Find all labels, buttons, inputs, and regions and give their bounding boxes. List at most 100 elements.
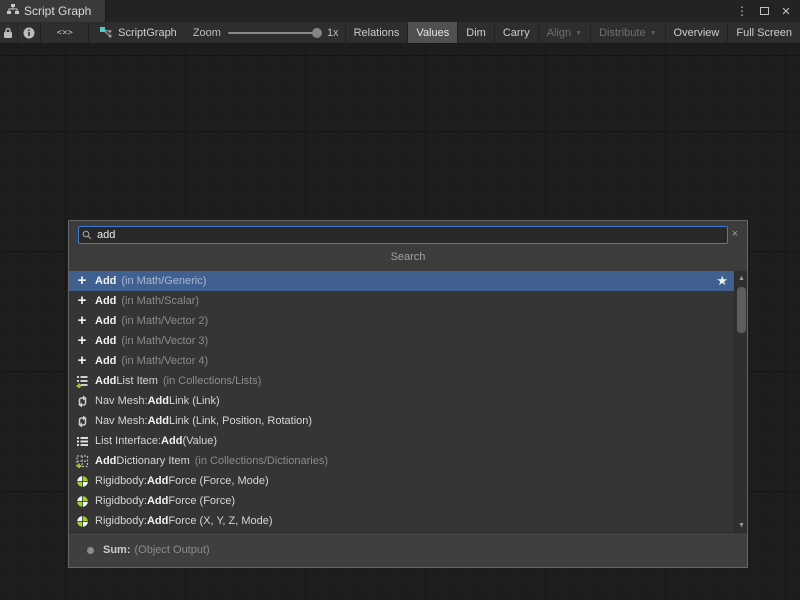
rigidbody-icon: [74, 513, 90, 529]
tab-title: Script Graph: [24, 4, 91, 18]
toolbar-button-distribute[interactable]: Distribute▼: [590, 22, 664, 43]
finder-result-row[interactable]: Rigidbody: Add Force (Force): [69, 491, 734, 511]
finder-result-row[interactable]: List Interface: Add (Value): [69, 431, 734, 451]
maximize-button[interactable]: [756, 3, 772, 19]
script-graph-icon: [99, 26, 113, 39]
dictionary-add-icon: [74, 453, 90, 469]
finder-result-row[interactable]: + Add (in Math/Generic) ★: [69, 271, 734, 291]
toolbar-button-align[interactable]: Align▼: [538, 22, 590, 43]
result-text-post: Force (Force, Mode): [168, 475, 268, 487]
result-text-post: Link (Link): [169, 395, 220, 407]
finder-result-row[interactable]: Add Dictionary Item(in Collections/Dicti…: [69, 451, 734, 471]
finder-result-row[interactable]: + Add (in Math/Vector 2): [69, 311, 734, 331]
tab-script-graph[interactable]: Script Graph: [0, 0, 106, 22]
plus-icon: +: [74, 293, 90, 309]
result-text-post: Force (X, Y, Z, Mode): [168, 515, 272, 527]
result-text-bold: Add: [95, 295, 116, 307]
results-scrollbar[interactable]: ▲ ▼: [734, 271, 747, 532]
result-text-pre: List Interface:: [95, 435, 161, 447]
finder-result-row[interactable]: Nav Mesh: Add Link (Link): [69, 391, 734, 411]
window-menu-button[interactable]: ⋮: [734, 3, 750, 19]
finder-result-row[interactable]: Rigidbody: Add Force (Force, Mode): [69, 471, 734, 491]
scroll-up-arrow-icon[interactable]: ▲: [735, 272, 747, 284]
toolbar-button-relations[interactable]: Relations: [345, 22, 408, 43]
finder-result-row[interactable]: Add List Item(in Collections/Lists): [69, 371, 734, 391]
search-input[interactable]: [78, 226, 728, 244]
result-text-post: List Item: [116, 375, 158, 387]
summary-text: Sum:(Object Output): [103, 544, 210, 556]
result-text-bold: Add: [95, 315, 116, 327]
result-text-bold: Add: [95, 355, 116, 367]
result-text-bold: Add: [161, 435, 182, 447]
finder-result-row[interactable]: + Add (in Math/Scalar): [69, 291, 734, 311]
zoom-slider-handle[interactable]: [312, 28, 322, 38]
result-text-pre: Rigidbody:: [95, 495, 147, 507]
result-text-bold: Add: [147, 515, 168, 527]
result-text-bold: Add: [147, 495, 168, 507]
lock-button[interactable]: [0, 22, 18, 43]
result-text-post: Dictionary Item: [116, 455, 189, 467]
result-text-dim: (in Math/Vector 2): [121, 315, 208, 327]
zoom-slider[interactable]: [228, 32, 320, 34]
close-window-button[interactable]: ×: [778, 3, 794, 19]
result-text-post: Force (Force): [168, 495, 235, 507]
unity-script-graph-window: Script Graph ⋮ × <×>: [0, 0, 800, 600]
graph-breadcrumb[interactable]: ScriptGraph: [89, 22, 187, 43]
plus-icon: +: [74, 333, 90, 349]
code-view-button[interactable]: <×>: [41, 22, 89, 43]
result-text-pre: Nav Mesh:: [95, 395, 148, 407]
graph-hierarchy-icon: [7, 4, 19, 18]
result-text-pre: Rigidbody:: [95, 475, 147, 487]
summary-title: Sum:: [103, 544, 131, 556]
result-text-dim: (in Math/Vector 4): [121, 355, 208, 367]
result-text-dim: (in Math/Vector 3): [121, 335, 208, 347]
finder-header-label: Search: [69, 251, 747, 263]
graph-toolbar: <×> ScriptGraph Zoom 1x RelationsValuesD…: [0, 22, 800, 44]
result-text-pre: Nav Mesh:: [95, 415, 148, 427]
toolbar-button-values[interactable]: Values: [407, 22, 457, 43]
rigidbody-icon: [74, 473, 90, 489]
zoom-value: 1x: [327, 27, 339, 39]
zoom-label: Zoom: [193, 27, 221, 39]
toolbar-button-carry[interactable]: Carry: [494, 22, 538, 43]
titlebar: Script Graph ⋮ ×: [0, 0, 800, 22]
list-add-icon: [74, 373, 90, 389]
favorite-star-icon[interactable]: ★: [716, 273, 728, 289]
result-text-bold: Add: [95, 275, 116, 287]
plus-icon: +: [74, 273, 90, 289]
lock-icon: [3, 27, 13, 39]
scroll-down-arrow-icon[interactable]: ▼: [735, 519, 747, 531]
toolbar-button-overview[interactable]: Overview: [665, 22, 728, 43]
finder-result-row[interactable]: Nav Mesh: Add Link (Link, Position, Rota…: [69, 411, 734, 431]
info-button[interactable]: [18, 22, 42, 43]
navmesh-icon: [74, 413, 90, 429]
finder-result-row[interactable]: + Add(in Math/Vector 4): [69, 351, 734, 371]
result-text-dim: (in Math/Generic): [121, 275, 206, 287]
titlebar-drag-area[interactable]: [106, 0, 734, 22]
plus-icon: +: [74, 313, 90, 329]
navmesh-icon: [74, 393, 90, 409]
finder-result-row[interactable]: Rigidbody: Add Force (X, Y, Z, Mode): [69, 511, 734, 531]
finder-results-list: + Add (in Math/Generic) ★ + Add (in Math/S…: [69, 271, 747, 532]
result-text-post: (Value): [182, 435, 217, 447]
toolbar-toggle-buttons: RelationsValuesDimCarryAlign▼Distribute▼…: [345, 22, 800, 43]
result-text-bold: Add: [95, 335, 116, 347]
output-port-icon: [87, 547, 94, 554]
result-text-bold: Add: [95, 455, 116, 467]
finder-selection-summary: Sum:(Object Output): [69, 532, 747, 567]
result-text-bold: Add: [147, 475, 168, 487]
toolbar-button-full-screen[interactable]: Full Screen: [727, 22, 800, 43]
fuzzy-finder-popup: × Search + Add(in Math/Generic) ★ + Add(…: [68, 220, 748, 568]
scrollbar-thumb[interactable]: [737, 287, 746, 333]
result-text-dim: (in Math/Scalar): [121, 295, 199, 307]
finder-result-row[interactable]: + Add (in Math/Vector 3): [69, 331, 734, 351]
chevron-down-icon: ▼: [575, 30, 582, 37]
result-text-post: Link (Link, Position, Rotation): [169, 415, 312, 427]
finder-close-button[interactable]: ×: [728, 227, 742, 241]
graph-name-label: ScriptGraph: [118, 27, 177, 39]
result-text-pre: Rigidbody:: [95, 515, 147, 527]
toolbar-button-dim[interactable]: Dim: [457, 22, 494, 43]
rigidbody-icon: [74, 493, 90, 509]
zoom-control: Zoom 1x: [187, 22, 345, 43]
result-text-bold: Add: [95, 375, 116, 387]
